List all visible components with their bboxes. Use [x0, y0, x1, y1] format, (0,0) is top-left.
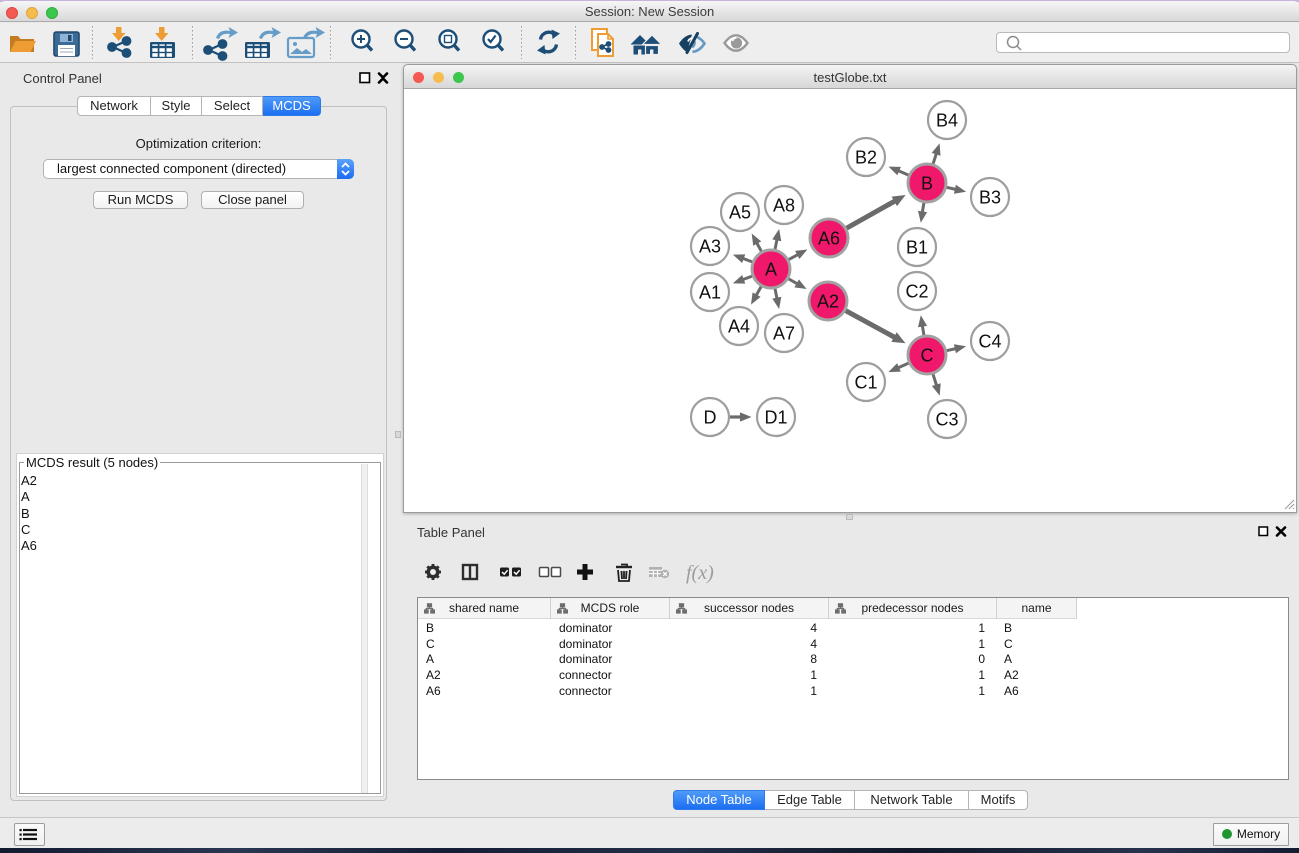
svg-text:B2: B2 [855, 148, 877, 168]
svg-text:B4: B4 [936, 111, 958, 131]
svg-text:C1: C1 [854, 373, 877, 393]
svg-text:C4: C4 [978, 332, 1001, 352]
svg-text:A8: A8 [773, 196, 795, 216]
svg-text:A5: A5 [729, 203, 751, 223]
svg-text:C: C [921, 346, 934, 366]
svg-text:C2: C2 [905, 282, 928, 302]
svg-text:A6: A6 [818, 229, 840, 249]
svg-text:B: B [921, 174, 933, 194]
svg-text:A7: A7 [773, 324, 795, 344]
svg-text:A3: A3 [699, 237, 721, 257]
svg-text:A1: A1 [699, 283, 721, 303]
svg-text:A2: A2 [817, 292, 839, 312]
svg-text:A4: A4 [728, 317, 750, 337]
svg-text:A: A [765, 260, 777, 280]
svg-text:B3: B3 [979, 188, 1001, 208]
svg-text:B1: B1 [906, 238, 928, 258]
svg-text:D1: D1 [764, 408, 787, 428]
svg-text:C3: C3 [935, 410, 958, 430]
svg-text:D: D [704, 408, 717, 428]
svg-text:f(x): f(x) [686, 562, 714, 584]
